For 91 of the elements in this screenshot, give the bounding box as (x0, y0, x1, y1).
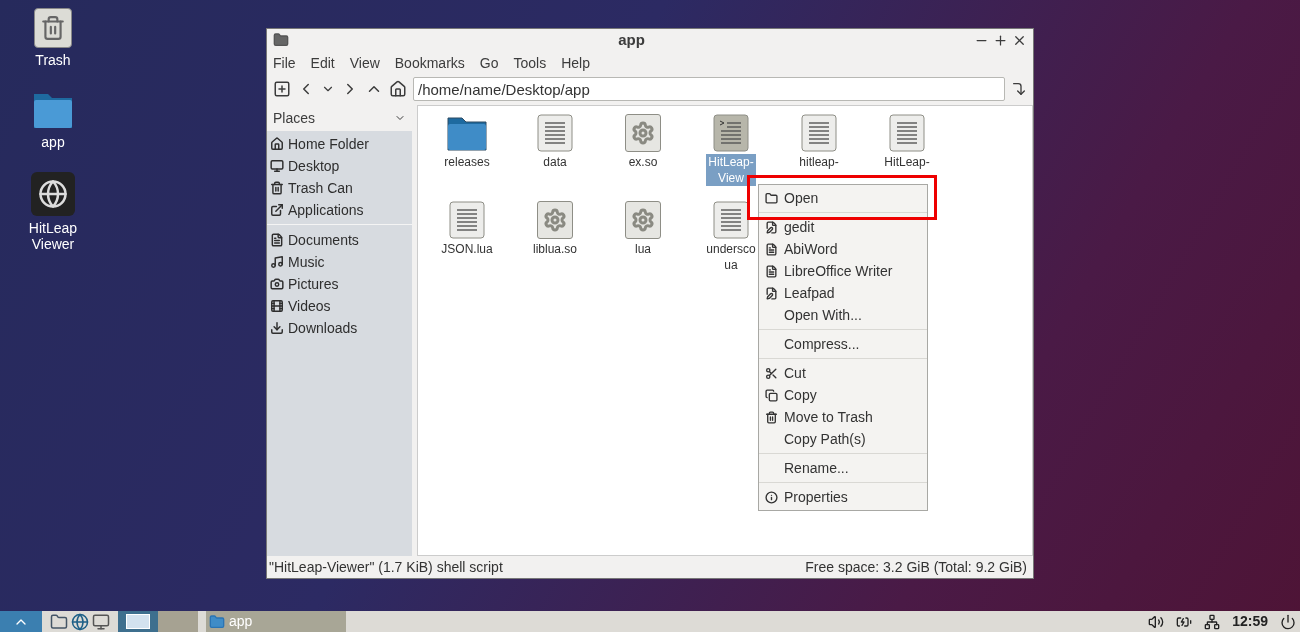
gear-file-icon (537, 201, 573, 239)
context-menu-item[interactable]: Copy (759, 384, 927, 406)
free-space-text: Free space: 3.2 GiB (Total: 9.2 GiB) (805, 557, 1028, 577)
folder-icon (446, 114, 488, 152)
volume-icon[interactable] (1148, 613, 1165, 630)
file-name[interactable]: lua (633, 241, 653, 257)
menu-item[interactable]: Bookmarks (394, 52, 465, 74)
context-menu-item[interactable]: gedit (759, 216, 927, 238)
document-icon (764, 242, 778, 256)
monitor-icon (270, 159, 284, 173)
home-icon[interactable] (389, 80, 407, 98)
file-name[interactable]: ex.so (626, 154, 660, 170)
text-file-icon (713, 201, 749, 239)
go-icon[interactable] (1011, 81, 1027, 97)
context-menu-item[interactable]: AbiWord (759, 238, 927, 260)
sidebar-header[interactable]: Places (273, 107, 316, 129)
window-title: app (617, 29, 646, 50)
folder-icon (764, 191, 778, 205)
file-name[interactable]: undersco ua (704, 241, 758, 273)
file-name[interactable]: liblua.so (531, 241, 579, 257)
film-icon (270, 299, 284, 313)
sidebar-item[interactable]: Videos (267, 295, 412, 317)
script-file-icon (713, 114, 749, 152)
external-link-icon (270, 203, 284, 217)
clock[interactable]: 12:59 (1232, 611, 1268, 632)
copy-icon (764, 388, 778, 402)
text-file-icon (537, 114, 573, 152)
sidebar-item[interactable]: Downloads (267, 317, 412, 339)
sidebar-item[interactable]: Applications (267, 199, 412, 221)
menu-item[interactable]: File (273, 52, 296, 74)
download-icon (270, 321, 284, 335)
sidebar-item[interactable]: Trash Can (267, 177, 412, 199)
network-icon[interactable] (1204, 613, 1221, 630)
file-name[interactable]: releases (442, 154, 492, 170)
context-menu-item[interactable]: Open With... (759, 304, 927, 326)
menu-item[interactable]: View (349, 52, 380, 74)
edit-document-icon (764, 220, 778, 234)
new-tab-icon[interactable] (273, 80, 291, 98)
file-name[interactable]: data (541, 154, 569, 170)
start-menu-icon[interactable] (0, 611, 42, 632)
folder-icon (209, 613, 225, 630)
path-field[interactable]: /home/name/Desktop/app (413, 77, 1005, 101)
sidebar-item[interactable]: Home Folder (267, 133, 412, 155)
sidebar-item[interactable]: Pictures (267, 273, 412, 295)
menu-item[interactable]: Go (479, 52, 499, 74)
globe-icon[interactable] (31, 172, 75, 216)
status-text: "HitLeap-Viewer" (1.7 KiB) shell script (269, 557, 503, 577)
context-menu-item[interactable]: Compress... (759, 333, 927, 355)
menu-item[interactable]: Tools (513, 52, 547, 74)
folder-icon[interactable] (50, 612, 68, 631)
desktop-icon-label[interactable]: HitLeap Viewer (28, 220, 78, 252)
context-menu-item[interactable]: Move to Trash (759, 406, 927, 428)
document-icon (764, 264, 778, 278)
context-menu-item[interactable]: Properties (759, 486, 927, 508)
text-file-icon (889, 114, 925, 152)
gear-file-icon (625, 114, 661, 152)
file-name[interactable]: JSON.lua (439, 241, 495, 257)
file-name[interactable]: hitleap- (797, 154, 841, 170)
context-menu-item[interactable]: Cut (759, 362, 927, 384)
text-file-icon (801, 114, 837, 152)
context-menu-item[interactable]: Rename... (759, 457, 927, 479)
trash-icon (764, 410, 778, 424)
camera-icon (270, 277, 284, 291)
maximize-icon[interactable] (993, 32, 1008, 48)
text-file-icon (449, 201, 485, 239)
context-menu-item[interactable]: Open (759, 187, 927, 209)
edit-document-icon (764, 286, 778, 300)
globe-icon[interactable] (71, 612, 89, 631)
info-icon (764, 490, 778, 504)
trash-icon[interactable] (34, 8, 72, 48)
document-icon (270, 233, 284, 247)
gear-file-icon (625, 201, 661, 239)
sidebar-item[interactable]: Desktop (267, 155, 412, 177)
folder-icon (273, 32, 289, 48)
context-menu-item[interactable]: Leafpad (759, 282, 927, 304)
music-note-icon (270, 255, 284, 269)
menu-item[interactable]: Edit (310, 52, 335, 74)
sidebar-item[interactable]: Music (267, 251, 412, 273)
desktop-icon-label[interactable]: Trash (35, 52, 71, 68)
context-menu-item[interactable]: LibreOffice Writer (759, 260, 927, 282)
window-icon[interactable] (92, 612, 110, 631)
trash-icon (270, 181, 284, 195)
menu-item[interactable]: Help (561, 52, 590, 74)
sidebar-item[interactable]: Documents (267, 229, 412, 251)
power-icon[interactable] (1280, 613, 1296, 630)
file-name[interactable]: HitLeap- (882, 154, 932, 170)
workspace[interactable] (118, 611, 158, 632)
desktop-icon-label[interactable]: app (41, 134, 65, 150)
scissors-icon (764, 366, 778, 380)
context-menu-item[interactable]: Copy Path(s) (759, 428, 927, 450)
home-icon (270, 137, 284, 151)
